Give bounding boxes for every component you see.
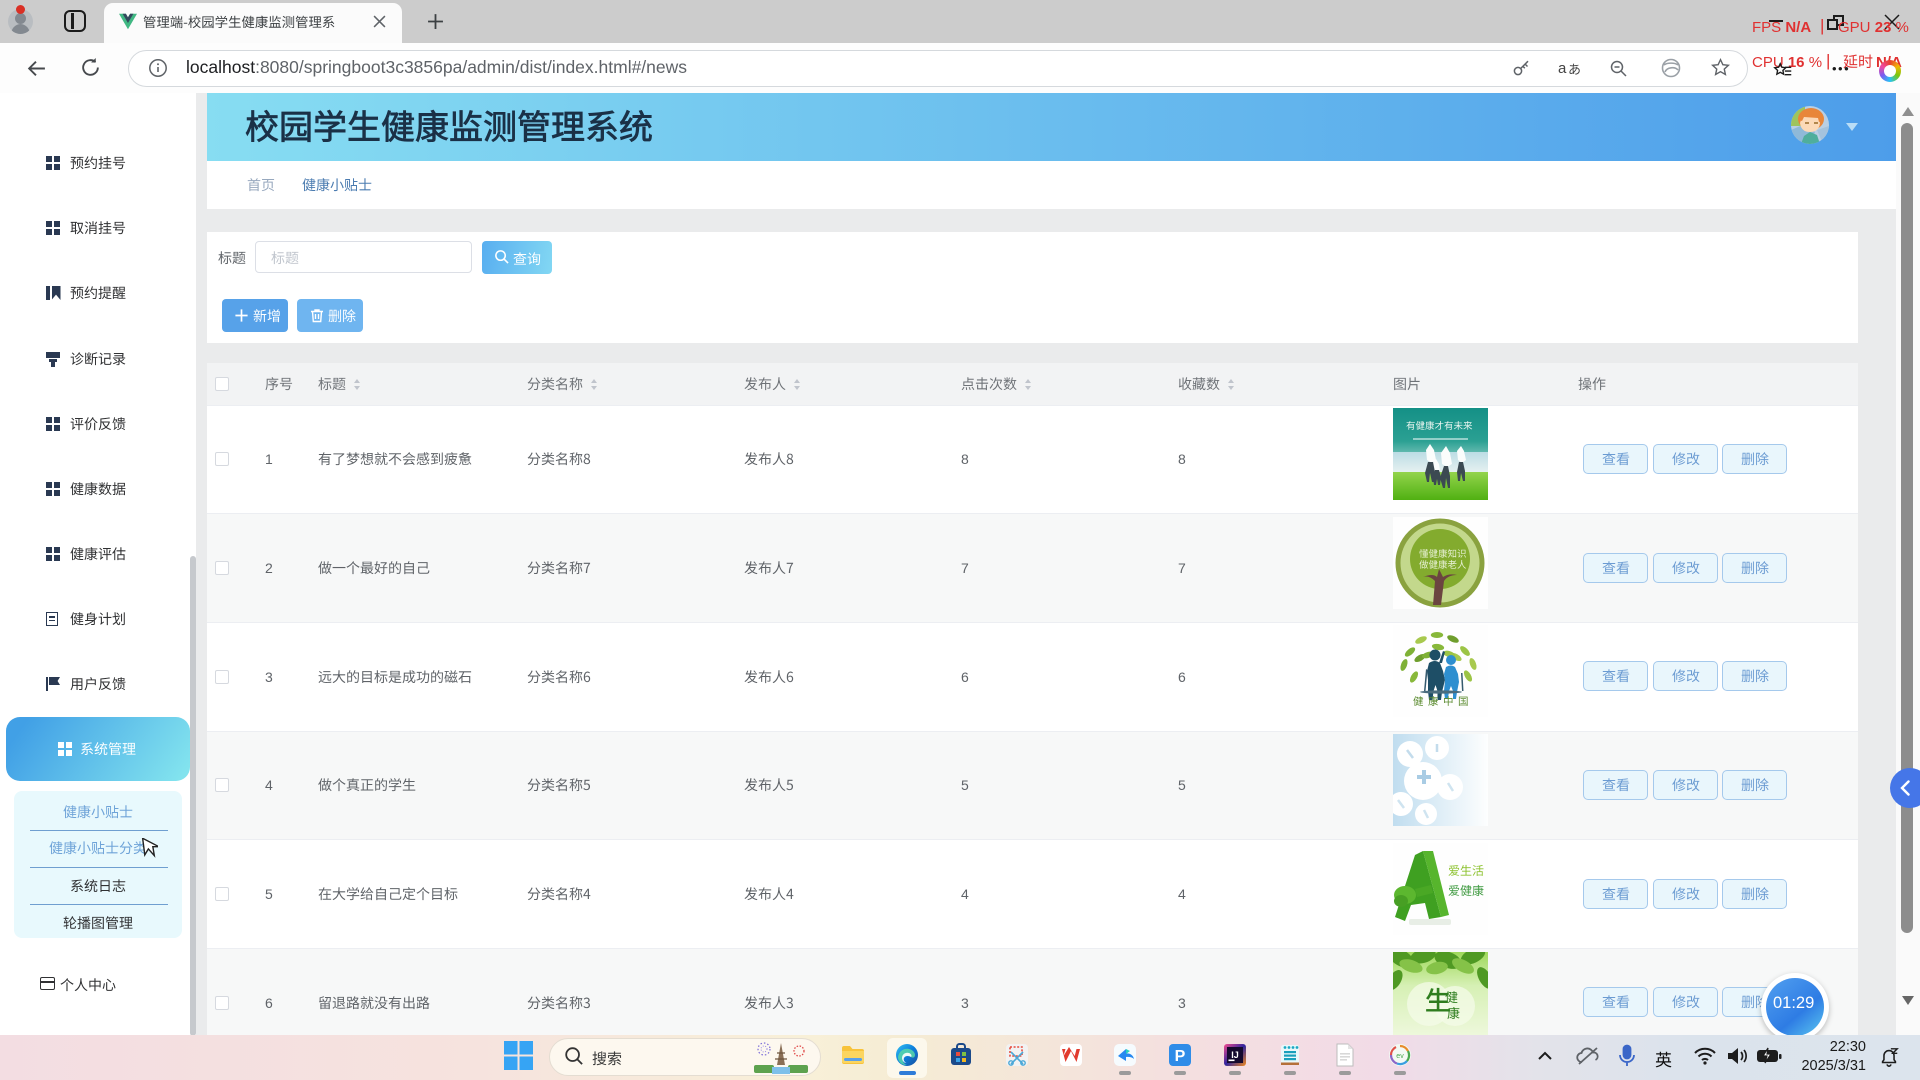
- svg-text:IJ: IJ: [1231, 1050, 1239, 1060]
- svg-text:ev: ev: [1396, 1053, 1404, 1060]
- svg-text:P: P: [1175, 1048, 1186, 1065]
